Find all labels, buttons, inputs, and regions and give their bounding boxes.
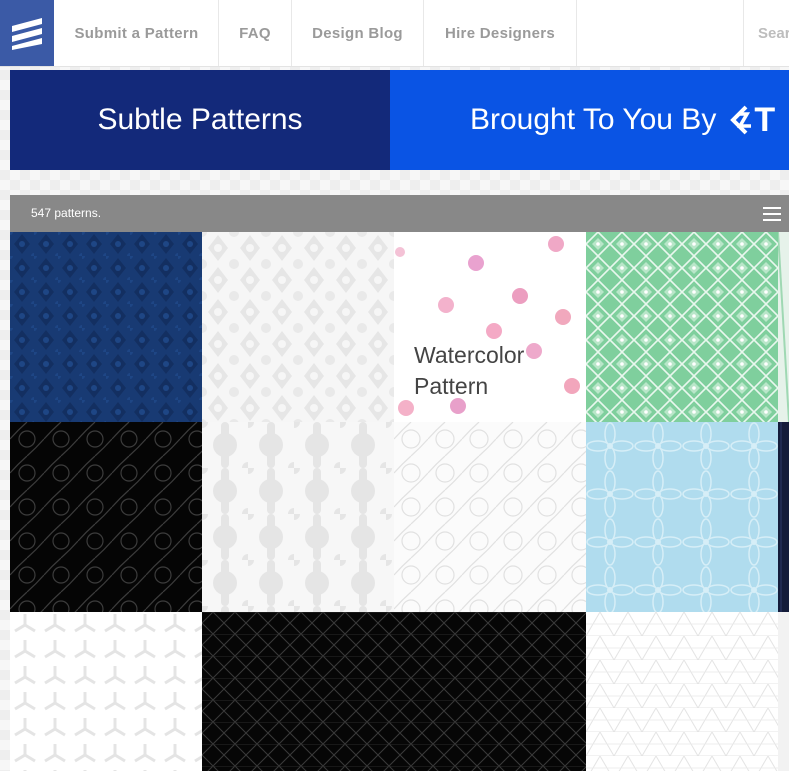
nav-submit-pattern-label: Submit a Pattern: [74, 24, 199, 42]
top-navigation: Submit a Pattern FAQ Design Blog Hire De…: [0, 0, 789, 67]
watercolor-caption: Watercolor Pattern: [414, 340, 524, 402]
banner-sponsor[interactable]: Brought To You By T: [390, 70, 789, 170]
pattern-white-outline-swatch: [394, 422, 586, 612]
pattern-tile-white-outline[interactable]: [394, 422, 586, 612]
pattern-white-blobs-swatch: [202, 422, 394, 612]
logo[interactable]: [0, 0, 54, 66]
pattern-partial-2-swatch: [778, 422, 789, 612]
pattern-tile-partial-2[interactable]: [778, 422, 789, 612]
pattern-tile-white-hex[interactable]: [10, 612, 202, 771]
sponsor-logo-icon: [730, 105, 752, 135]
pattern-partial-1-swatch: [778, 232, 789, 422]
pattern-black-curves-swatch: [10, 422, 202, 612]
pattern-tile-watercolor[interactable]: Watercolor Pattern: [394, 232, 586, 422]
logo-stripes-icon: [12, 18, 42, 50]
nav-faq-label: FAQ: [239, 24, 271, 42]
pattern-tile-white-blobs[interactable]: [202, 422, 394, 612]
sponsor-logo: T: [730, 101, 775, 140]
nav-design-blog[interactable]: Design Blog: [292, 0, 424, 66]
banner-title-text: Subtle Patterns: [97, 103, 303, 136]
nav-hire-designers[interactable]: Hire Designers: [424, 0, 577, 66]
pattern-white-damask-swatch: [202, 232, 394, 422]
pattern-partial-3-swatch: [778, 612, 789, 771]
pattern-toolbar: 547 patterns.: [10, 195, 789, 232]
pattern-white-triangles-swatch: [586, 612, 778, 771]
hamburger-menu-icon[interactable]: [763, 207, 781, 221]
search-label: Sear: [758, 24, 789, 42]
nav-faq[interactable]: FAQ: [219, 0, 292, 66]
pattern-tile-black-zigzag[interactable]: [202, 612, 586, 771]
nav-design-blog-label: Design Blog: [312, 24, 403, 42]
nav-submit-pattern[interactable]: Submit a Pattern: [55, 0, 219, 66]
pattern-tile-black-curves[interactable]: [10, 422, 202, 612]
pattern-blue-floral-swatch: [586, 422, 778, 612]
watercolor-caption-line2: Pattern: [414, 373, 489, 399]
pattern-white-hex-swatch: [10, 612, 202, 771]
pattern-tile-blue-floral[interactable]: [586, 422, 778, 612]
pattern-tile-partial-1[interactable]: [778, 232, 789, 422]
sponsor-logo-letter: T: [754, 100, 776, 139]
pattern-tile-partial-3[interactable]: [778, 612, 789, 771]
pattern-black-zigzag-swatch: [202, 612, 586, 771]
pattern-tile-navy-damask[interactable]: [10, 232, 202, 422]
pattern-green-lattice-swatch: [586, 232, 778, 422]
nav-hire-designers-label: Hire Designers: [444, 24, 556, 42]
watercolor-caption-line1: Watercolor: [414, 342, 525, 368]
pattern-tile-white-damask[interactable]: [202, 232, 394, 422]
pattern-navy-damask-swatch: [10, 232, 202, 422]
pattern-count: 547 patterns.: [31, 206, 102, 220]
banner-sponsor-text: Brought To You By: [470, 103, 717, 136]
search-field[interactable]: Sear: [743, 0, 789, 66]
pattern-tile-white-triangles[interactable]: [586, 612, 778, 771]
banner-title[interactable]: Subtle Patterns: [10, 70, 390, 170]
pattern-tile-green-lattice[interactable]: [586, 232, 778, 422]
